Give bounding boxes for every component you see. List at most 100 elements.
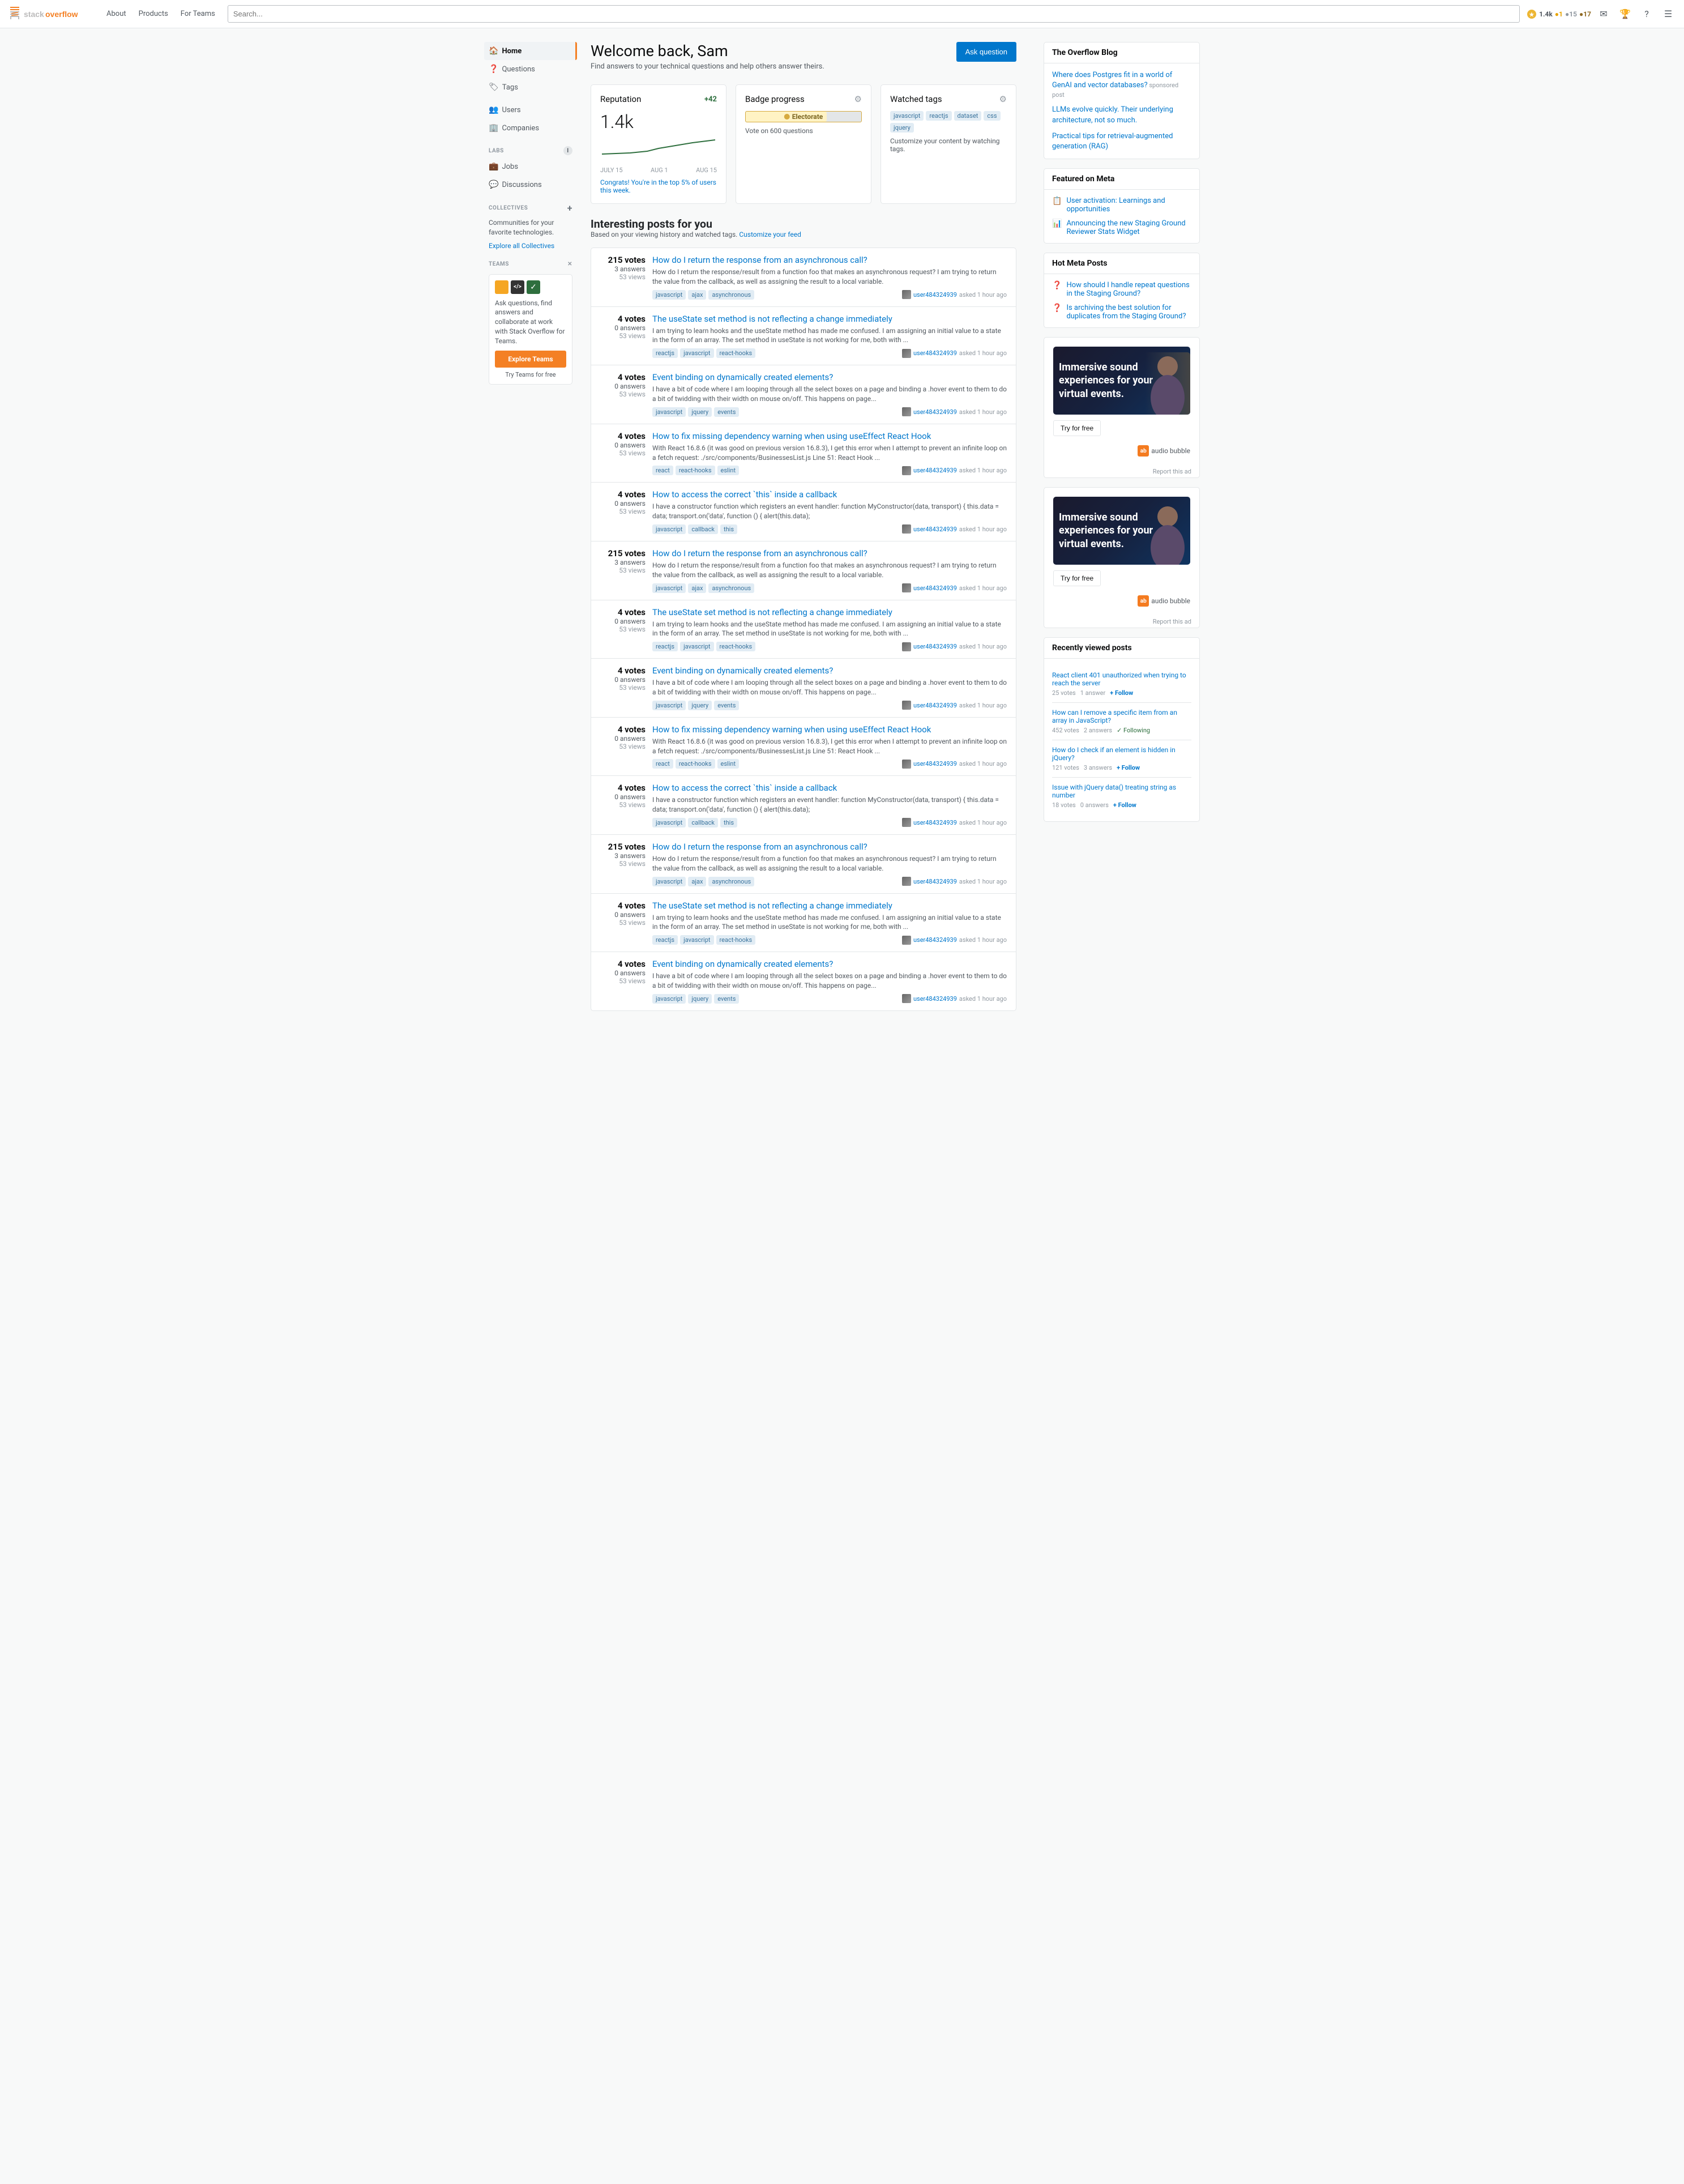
explore-collectives-link[interactable]: Explore all Collectives	[484, 240, 577, 252]
question-title[interactable]: Event binding on dynamically created ele…	[652, 372, 1007, 382]
question-tag[interactable]: react-hooks	[716, 935, 756, 945]
user-link[interactable]: user484324939	[913, 702, 957, 709]
recent-post-link[interactable]: React client 401 unauthorized when tryin…	[1052, 671, 1186, 687]
search-input[interactable]	[228, 5, 1520, 23]
user-link[interactable]: user484324939	[913, 526, 957, 533]
question-title[interactable]: Event binding on dynamically created ele…	[652, 959, 1007, 969]
user-link[interactable]: user484324939	[913, 585, 957, 592]
question-tag[interactable]: ajax	[688, 290, 706, 300]
nav-for-teams[interactable]: For Teams	[175, 5, 221, 23]
site-logo[interactable]: stack overflow	[7, 6, 92, 23]
user-link[interactable]: user484324939	[913, 467, 957, 474]
question-tag[interactable]: eslint	[717, 466, 740, 475]
question-tag[interactable]: events	[714, 994, 739, 1004]
question-tag[interactable]: asynchronous	[708, 290, 754, 300]
recent-post-follow[interactable]: + Follow	[1110, 689, 1133, 697]
question-tag[interactable]: events	[714, 701, 739, 710]
question-tag[interactable]: react-hooks	[676, 466, 715, 475]
try-teams-free-link[interactable]: Try Teams for free	[495, 371, 566, 378]
watched-tag[interactable]: dataset	[954, 111, 982, 121]
question-title[interactable]: How to access the correct `this` inside …	[652, 783, 1007, 793]
question-tag[interactable]: callback	[688, 818, 718, 827]
user-link[interactable]: user484324939	[913, 819, 957, 826]
recent-post-follow[interactable]: + Follow	[1117, 764, 1140, 771]
question-tag[interactable]: javascript	[652, 524, 686, 534]
inbox-icon[interactable]: ✉	[1595, 5, 1613, 23]
sidebar-item-tags[interactable]: 🏷 Tags	[484, 78, 577, 96]
question-tag[interactable]: react	[652, 466, 673, 475]
question-title[interactable]: The useState set method is not reflectin…	[652, 314, 1007, 324]
watched-tag[interactable]: jquery	[890, 123, 914, 133]
customize-feed-link[interactable]: Customize your feed	[739, 231, 801, 238]
question-tag[interactable]: ajax	[688, 583, 706, 593]
question-tag[interactable]: javascript	[652, 407, 686, 417]
nav-about[interactable]: About	[101, 5, 132, 23]
question-tag[interactable]: jquery	[688, 701, 712, 710]
menu-icon[interactable]: ☰	[1659, 5, 1677, 23]
question-tag[interactable]: javascript	[680, 348, 713, 358]
recent-post-follow[interactable]: ✓ Following	[1117, 727, 1150, 734]
report-ad-2[interactable]: Report this ad	[1044, 616, 1199, 628]
question-tag[interactable]: jquery	[688, 407, 712, 417]
sidebar-item-home[interactable]: 🏠 Home	[484, 42, 577, 60]
blog-post-link[interactable]: Practical tips for retrieval-augmented g…	[1052, 132, 1173, 151]
hot-meta-link[interactable]: Is archiving the best solution for dupli…	[1066, 304, 1191, 321]
question-title[interactable]: How to access the correct `this` inside …	[652, 489, 1007, 500]
question-title[interactable]: Event binding on dynamically created ele…	[652, 666, 1007, 676]
question-tag[interactable]: eslint	[717, 759, 740, 769]
nav-products[interactable]: Products	[133, 5, 174, 23]
question-tag[interactable]: javascript	[652, 877, 686, 886]
question-tag[interactable]: this	[720, 818, 737, 827]
question-title[interactable]: The useState set method is not reflectin…	[652, 901, 1007, 911]
question-tag[interactable]: events	[714, 407, 739, 417]
question-title[interactable]: How do I return the response from an asy…	[652, 548, 1007, 558]
question-title[interactable]: How do I return the response from an asy…	[652, 842, 1007, 852]
question-tag[interactable]: javascript	[652, 290, 686, 300]
question-tag[interactable]: javascript	[652, 818, 686, 827]
user-link[interactable]: user484324939	[913, 643, 957, 650]
meta-post-link[interactable]: Announcing the new Staging Ground Review…	[1066, 219, 1191, 236]
watched-tag[interactable]: javascript	[890, 111, 924, 121]
teams-close-icon[interactable]: ✕	[567, 261, 572, 267]
question-tag[interactable]: reactjs	[652, 935, 678, 945]
question-tag[interactable]: javascript	[652, 583, 686, 593]
sidebar-item-companies[interactable]: 🏢 Companies	[484, 119, 577, 137]
ad2-try-free-button[interactable]: Try for free	[1053, 570, 1101, 586]
question-title[interactable]: The useState set method is not reflectin…	[652, 607, 1007, 617]
question-tag[interactable]: jquery	[688, 994, 712, 1004]
meta-post-link[interactable]: User activation: Learnings and opportuni…	[1066, 197, 1191, 214]
watched-tag[interactable]: css	[984, 111, 1000, 121]
user-link[interactable]: user484324939	[913, 408, 957, 416]
question-tag[interactable]: javascript	[680, 642, 713, 651]
top-percent-link[interactable]: top 5%	[670, 178, 690, 186]
question-title[interactable]: How do I return the response from an asy…	[652, 255, 1007, 265]
question-tag[interactable]: this	[720, 524, 737, 534]
question-tag[interactable]: javascript	[652, 994, 686, 1004]
question-tag[interactable]: javascript	[652, 701, 686, 710]
question-tag[interactable]: react	[652, 759, 673, 769]
sidebar-item-discussions[interactable]: 💬 Discussions	[484, 176, 577, 194]
user-link[interactable]: user484324939	[913, 878, 957, 885]
question-tag[interactable]: asynchronous	[708, 583, 754, 593]
explore-teams-button[interactable]: Explore Teams	[495, 351, 566, 368]
recent-post-follow[interactable]: + Follow	[1113, 801, 1136, 809]
recent-post-link[interactable]: How can I remove a specific item from an…	[1052, 709, 1177, 724]
question-tag[interactable]: reactjs	[652, 348, 678, 358]
user-link[interactable]: user484324939	[913, 995, 957, 1003]
question-tag[interactable]: asynchronous	[708, 877, 754, 886]
achievements-btn[interactable]: 🏆	[1616, 5, 1634, 23]
badge-gear-icon[interactable]: ⚙	[854, 94, 862, 104]
sidebar-item-jobs[interactable]: 💼 Jobs	[484, 157, 577, 176]
ad1-try-free-button[interactable]: Try for free	[1053, 420, 1101, 436]
question-tag[interactable]: callback	[688, 524, 718, 534]
question-tag[interactable]: react-hooks	[716, 642, 756, 651]
recent-post-link[interactable]: How do I check if an element is hidden i…	[1052, 746, 1176, 762]
question-tag[interactable]: javascript	[680, 935, 713, 945]
user-link[interactable]: user484324939	[913, 349, 957, 357]
question-tag[interactable]: reactjs	[652, 642, 678, 651]
user-link[interactable]: user484324939	[913, 760, 957, 767]
ask-question-button[interactable]: Ask question	[956, 42, 1016, 62]
user-link[interactable]: user484324939	[913, 936, 957, 944]
collectives-add-icon[interactable]: +	[567, 203, 572, 214]
watched-tag[interactable]: reactjs	[926, 111, 951, 121]
